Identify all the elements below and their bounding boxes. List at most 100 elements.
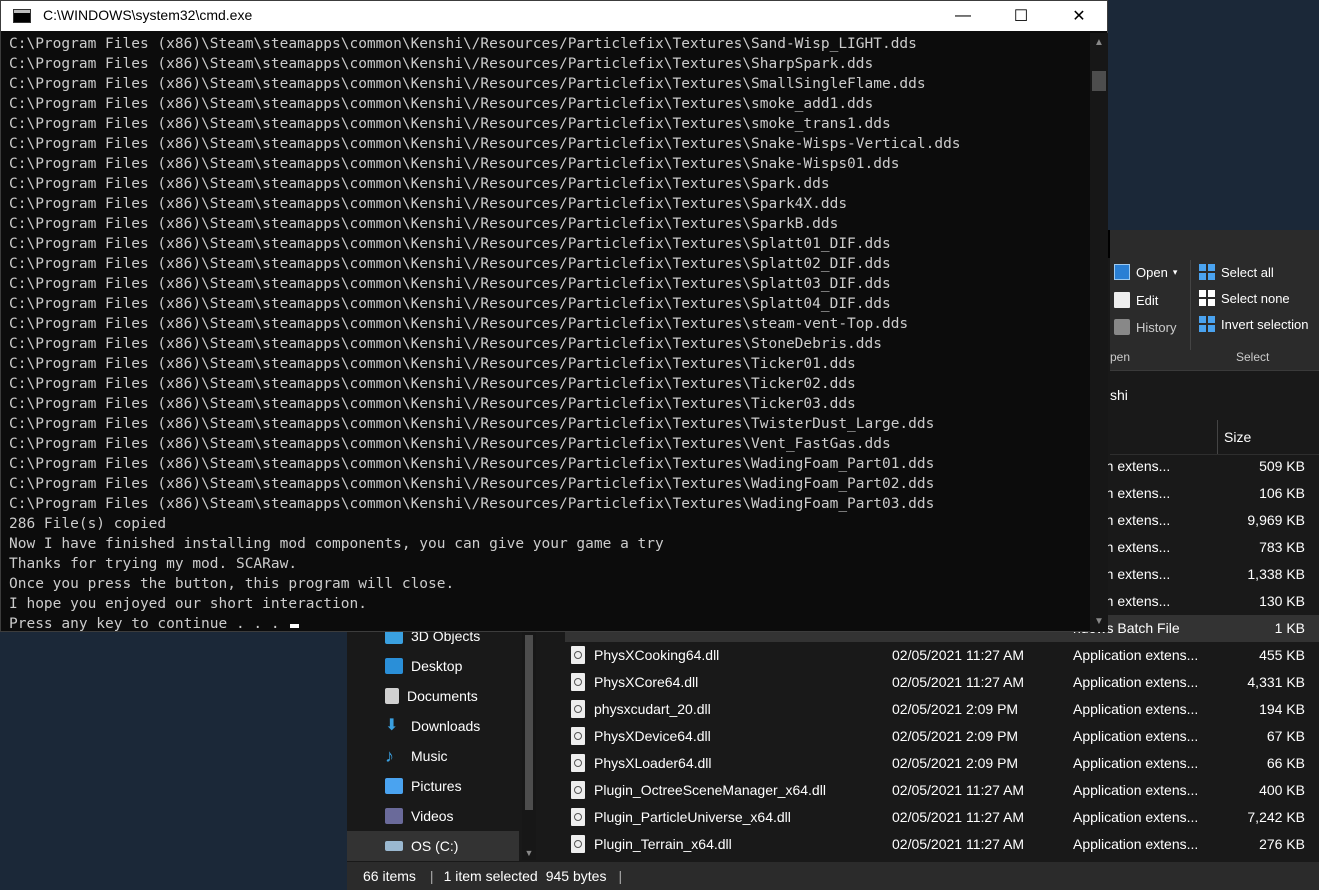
nav-item-videos[interactable]: Videos [385,801,454,831]
select-all-button[interactable]: Select all [1199,264,1274,280]
invert-selection-button[interactable]: Invert selection [1199,316,1308,332]
table-row[interactable]: Plugin_OctreeSceneManager_x64.dll 02/05/… [565,777,1319,804]
nav-scrollbar-thumb[interactable] [525,635,533,810]
file-size: 276 KB [1259,836,1305,852]
history-icon [1114,319,1130,335]
open-button[interactable]: Open ▾ [1114,264,1177,280]
console-line: C:\Program Files (x86)\Steam\steamapps\c… [9,56,874,72]
table-row[interactable]: PhysXCore64.dll 02/05/2021 11:27 AM Appl… [565,669,1319,696]
music-note-icon: ♪ [385,746,394,766]
file-size: 783 KB [1259,539,1305,555]
scroll-down-icon[interactable]: ▼ [522,848,536,858]
table-row[interactable]: Plugin_ParticleUniverse_x64.dll 02/05/20… [565,804,1319,831]
file-date: 02/05/2021 11:27 AM [892,836,1025,852]
file-date: 02/05/2021 11:27 AM [892,647,1025,663]
table-row[interactable]: physxcudart_20.dll 02/05/2021 2:09 PM Ap… [565,696,1319,723]
status-separator: | [429,868,434,884]
status-size: 945 bytes [545,868,607,884]
dll-file-icon [571,646,585,664]
console-line: C:\Program Files (x86)\Steam\steamapps\c… [9,236,891,252]
console-line: C:\Program Files (x86)\Steam\steamapps\c… [9,496,935,512]
window-title: C:\WINDOWS\system32\cmd.exe [43,7,253,23]
dll-file-icon [571,700,585,718]
nav-item-music[interactable]: ♪ Music [385,741,448,771]
ribbon-divider [1190,260,1191,350]
file-type: Application extens... [1073,782,1199,798]
close-button[interactable]: ✕ [1050,1,1108,31]
console-line: I hope you enjoyed our short interaction… [9,596,367,612]
select-none-button[interactable]: Select none [1199,290,1290,306]
table-row[interactable]: PhysXLoader64.dll 02/05/2021 2:09 PM App… [565,750,1319,777]
file-type: Application extens... [1073,809,1199,825]
invert-selection-label: Invert selection [1221,316,1309,332]
cmd-title-bar[interactable]: C:\WINDOWS\system32\cmd.exe — ☐ ✕ [1,1,1107,31]
console-line: Press any key to continue . . . [9,614,1087,632]
scroll-down-icon[interactable]: ▼ [1090,614,1108,630]
table-row[interactable]: PhysXDevice64.dll 02/05/2021 2:09 PM App… [565,723,1319,750]
select-none-label: Select none [1221,290,1290,306]
dll-file-icon [571,673,585,691]
select-group-label: Select [1236,350,1270,364]
edit-button[interactable]: Edit [1114,292,1158,308]
console-icon [13,9,31,23]
nav-item-os-drive[interactable]: OS (C:) [347,831,519,861]
console-line: C:\Program Files (x86)\Steam\steamapps\c… [9,476,935,492]
file-size: 4,331 KB [1247,674,1305,690]
console-line: C:\Program Files (x86)\Steam\steamapps\c… [9,76,926,92]
table-row[interactable]: Plugin_Terrain_x64.dll 02/05/2021 11:27 … [565,831,1319,858]
nav-item-documents[interactable]: Documents [385,681,478,711]
open-icon [1114,264,1130,280]
nav-item-label: Documents [407,688,478,704]
drive-icon [385,841,403,851]
scroll-up-icon[interactable]: ▲ [1090,35,1108,51]
size-header-label: Size [1224,429,1252,445]
console-line: C:\Program Files (x86)\Steam\steamapps\c… [9,316,909,332]
nav-item-label: OS (C:) [411,838,459,854]
history-button[interactable]: History [1114,319,1176,335]
maximize-button[interactable]: ☐ [992,1,1050,31]
nav-item-desktop[interactable]: Desktop [385,651,462,681]
address-bar[interactable]: shi [1110,380,1319,410]
minimize-icon: — [955,7,971,24]
file-size: 67 KB [1266,728,1305,744]
nav-scrollbar[interactable]: ▼ [522,625,536,860]
dll-file-icon [571,727,585,745]
console-scrollbar[interactable]: ▲ ▼ [1090,33,1108,632]
file-type: Application extens... [1073,674,1199,690]
console-line: C:\Program Files (x86)\Steam\steamapps\c… [9,456,935,472]
console-line: C:\Program Files (x86)\Steam\steamapps\c… [9,96,874,112]
console-line: C:\Program Files (x86)\Steam\steamapps\c… [9,136,961,152]
edit-icon [1114,292,1130,308]
status-bar: 66 items | 1 item selected 945 bytes | [347,862,1319,890]
file-size: 1,338 KB [1247,566,1305,582]
console-line: C:\Program Files (x86)\Steam\steamapps\c… [9,296,891,312]
nav-item-downloads[interactable]: ⬇ Downloads [385,711,480,741]
file-name: physxcudart_20.dll [594,701,711,717]
nav-item-label: Desktop [411,658,463,674]
nav-item-pictures[interactable]: Pictures [385,771,462,801]
nav-item-label: Pictures [411,778,462,794]
select-all-label: Select all [1221,264,1274,280]
console-line: C:\Program Files (x86)\Steam\steamapps\c… [9,196,848,212]
file-date: 02/05/2021 2:09 PM [892,728,1019,744]
dll-file-icon [571,835,585,853]
file-size: 66 KB [1266,755,1305,771]
console-line: C:\Program Files (x86)\Steam\steamapps\c… [9,156,900,172]
open-label: Open [1136,264,1168,280]
column-header-size[interactable]: Size [1217,420,1315,454]
desktop-icon [385,658,403,674]
console-line: C:\Program Files (x86)\Steam\steamapps\c… [9,176,830,192]
dll-file-icon [571,754,585,772]
console-line: C:\Program Files (x86)\Steam\steamapps\c… [9,416,935,432]
table-row[interactable]: PhysXCooking64.dll 02/05/2021 11:27 AM A… [565,642,1319,669]
file-type: Application extens... [1073,836,1199,852]
file-size: 106 KB [1259,485,1305,501]
pictures-icon [385,778,403,794]
console-output[interactable]: C:\Program Files (x86)\Steam\steamapps\c… [9,34,1087,632]
download-arrow-icon: ⬇ [385,717,399,734]
console-scrollbar-thumb[interactable] [1092,71,1106,91]
minimize-button[interactable]: — [934,1,992,31]
address-text: shi [1110,387,1128,403]
dll-file-icon [571,808,585,826]
file-name: Plugin_Terrain_x64.dll [594,836,732,852]
